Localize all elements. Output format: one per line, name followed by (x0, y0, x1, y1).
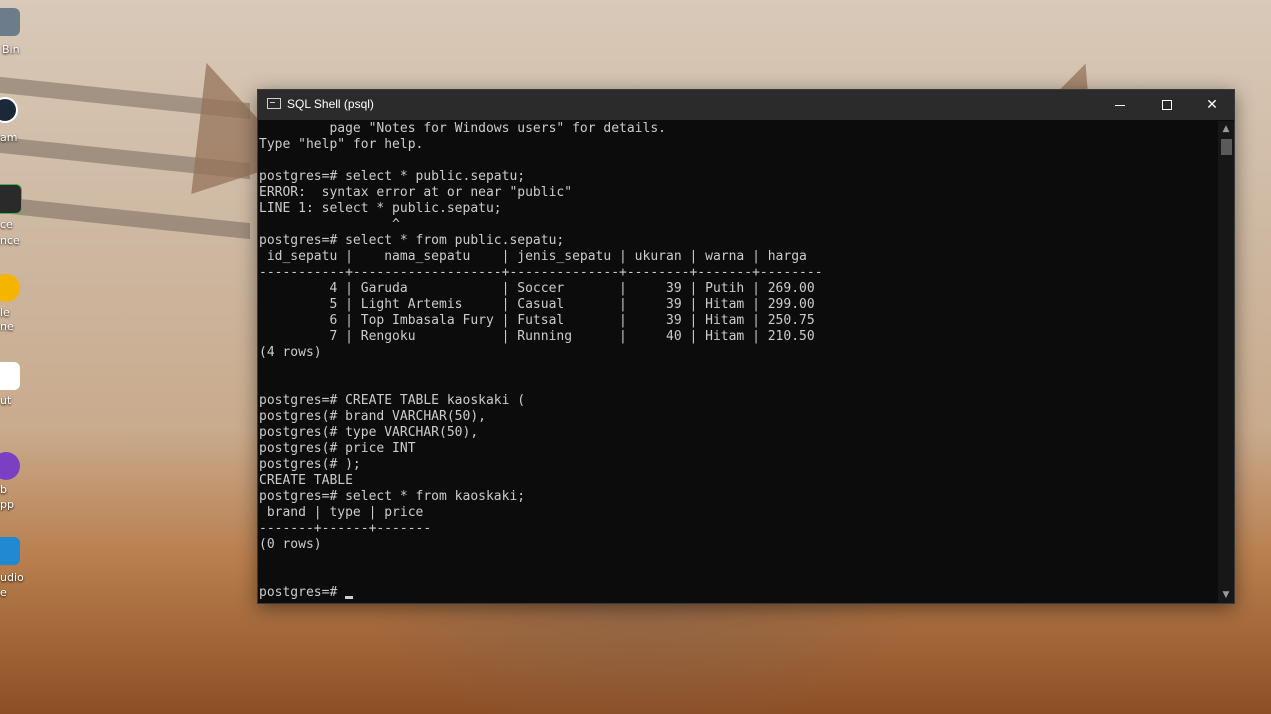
desktop-icon-label: b (0, 483, 7, 496)
console-line: postgres(# type VARCHAR(50), (259, 425, 479, 440)
console-line: LINE 1: select * public.sepatu; (259, 201, 502, 216)
desktop-icon-label: ne (0, 320, 14, 333)
console-line: -----------+-------------------+--------… (259, 265, 823, 280)
desktop-icon-label: udio (0, 571, 24, 584)
console-line: 5 | Light Artemis | Casual | 39 | Hitam … (259, 297, 815, 312)
steam-icon (0, 97, 18, 123)
desktop-icon-label: nce (0, 234, 20, 247)
desktop-icon-label: Bin (2, 43, 20, 56)
console-line: postgres(# ); (259, 457, 361, 472)
window-title: SQL Shell (psql) (287, 97, 374, 111)
console-output[interactable]: page "Notes for Windows users" for detai… (258, 121, 1219, 603)
console-line: Type "help" for help. (259, 137, 424, 152)
console-line: id_sepatu | nama_sepatu | jenis_sepatu |… (259, 249, 807, 264)
desktop-icon-label: le (0, 306, 10, 319)
minimize-button[interactable] (1098, 90, 1144, 120)
desktop-icon-shortcut[interactable]: ut (0, 360, 40, 410)
scroll-down-arrow-icon[interactable]: ▼ (1218, 587, 1234, 603)
console-line: postgres=# select * from public.sepatu; (259, 233, 565, 248)
chrome-icon (0, 274, 20, 302)
desktop-icon-github-desktop[interactable]: b pp (0, 450, 40, 516)
desktop-icon-recycle-bin[interactable]: Bin (0, 0, 40, 60)
console-line: postgres=# select * public.sepatu; (259, 169, 526, 184)
maximize-button[interactable] (1144, 90, 1190, 120)
desktop-icon-label: e (0, 586, 7, 599)
console-line: -------+------+------- (259, 521, 432, 536)
console-line: brand | type | price (259, 505, 424, 520)
vertical-scrollbar[interactable]: ▲ ▼ (1218, 121, 1234, 603)
github-desktop-icon (0, 452, 20, 480)
close-icon: ✕ (1206, 97, 1218, 113)
sublime-icon (0, 184, 22, 214)
console-line: (4 rows) (259, 345, 322, 360)
desktop-icon-label: ce (0, 218, 13, 231)
recycle-bin-icon (0, 8, 20, 36)
close-button[interactable]: ✕ (1189, 90, 1235, 120)
desktop-icon-label: am (0, 131, 18, 144)
console-line: 6 | Top Imbasala Fury | Futsal | 39 | Hi… (259, 313, 815, 328)
shortcut-icon (0, 362, 20, 390)
sql-shell-window[interactable]: SQL Shell (psql) ✕ page "Notes for Windo… (257, 89, 1235, 604)
desktop-icon-sublime[interactable]: ce nce (0, 182, 40, 252)
console-line: postgres=# select * from kaoskaki; (259, 489, 526, 504)
title-bar[interactable]: SQL Shell (psql) ✕ (258, 90, 1234, 120)
console-line: postgres=# CREATE TABLE kaoskaki ( (259, 393, 526, 408)
console-line: page "Notes for Windows users" for detai… (259, 121, 666, 136)
console-line: ^ (259, 217, 400, 232)
desktop-icon-vscode[interactable]: udio e (0, 535, 40, 601)
console-line: CREATE TABLE (259, 473, 353, 488)
console-line: 4 | Garuda | Soccer | 39 | Putih | 269.0… (259, 281, 815, 296)
console-line: postgres(# brand VARCHAR(50), (259, 409, 486, 424)
scroll-thumb[interactable] (1221, 139, 1232, 155)
console-line: postgres=# (259, 585, 1219, 601)
maximize-icon (1162, 100, 1172, 110)
text-cursor (345, 596, 354, 599)
console-line: ERROR: syntax error at or near "public" (259, 185, 573, 200)
scroll-up-arrow-icon[interactable]: ▲ (1218, 121, 1234, 137)
desktop-icon-chrome[interactable]: le ne (0, 272, 40, 338)
desktop-icon-steam[interactable]: am (0, 95, 40, 145)
vscode-icon (0, 537, 20, 565)
desktop-icon-label: pp (0, 498, 14, 511)
console-line: 7 | Rengoku | Running | 40 | Hitam | 210… (259, 329, 815, 344)
desktop-icon-label: ut (0, 394, 12, 407)
console-line: postgres(# price INT (259, 441, 416, 456)
console-app-icon (267, 98, 281, 109)
minimize-icon (1115, 105, 1125, 106)
console-line: (0 rows) (259, 537, 322, 552)
